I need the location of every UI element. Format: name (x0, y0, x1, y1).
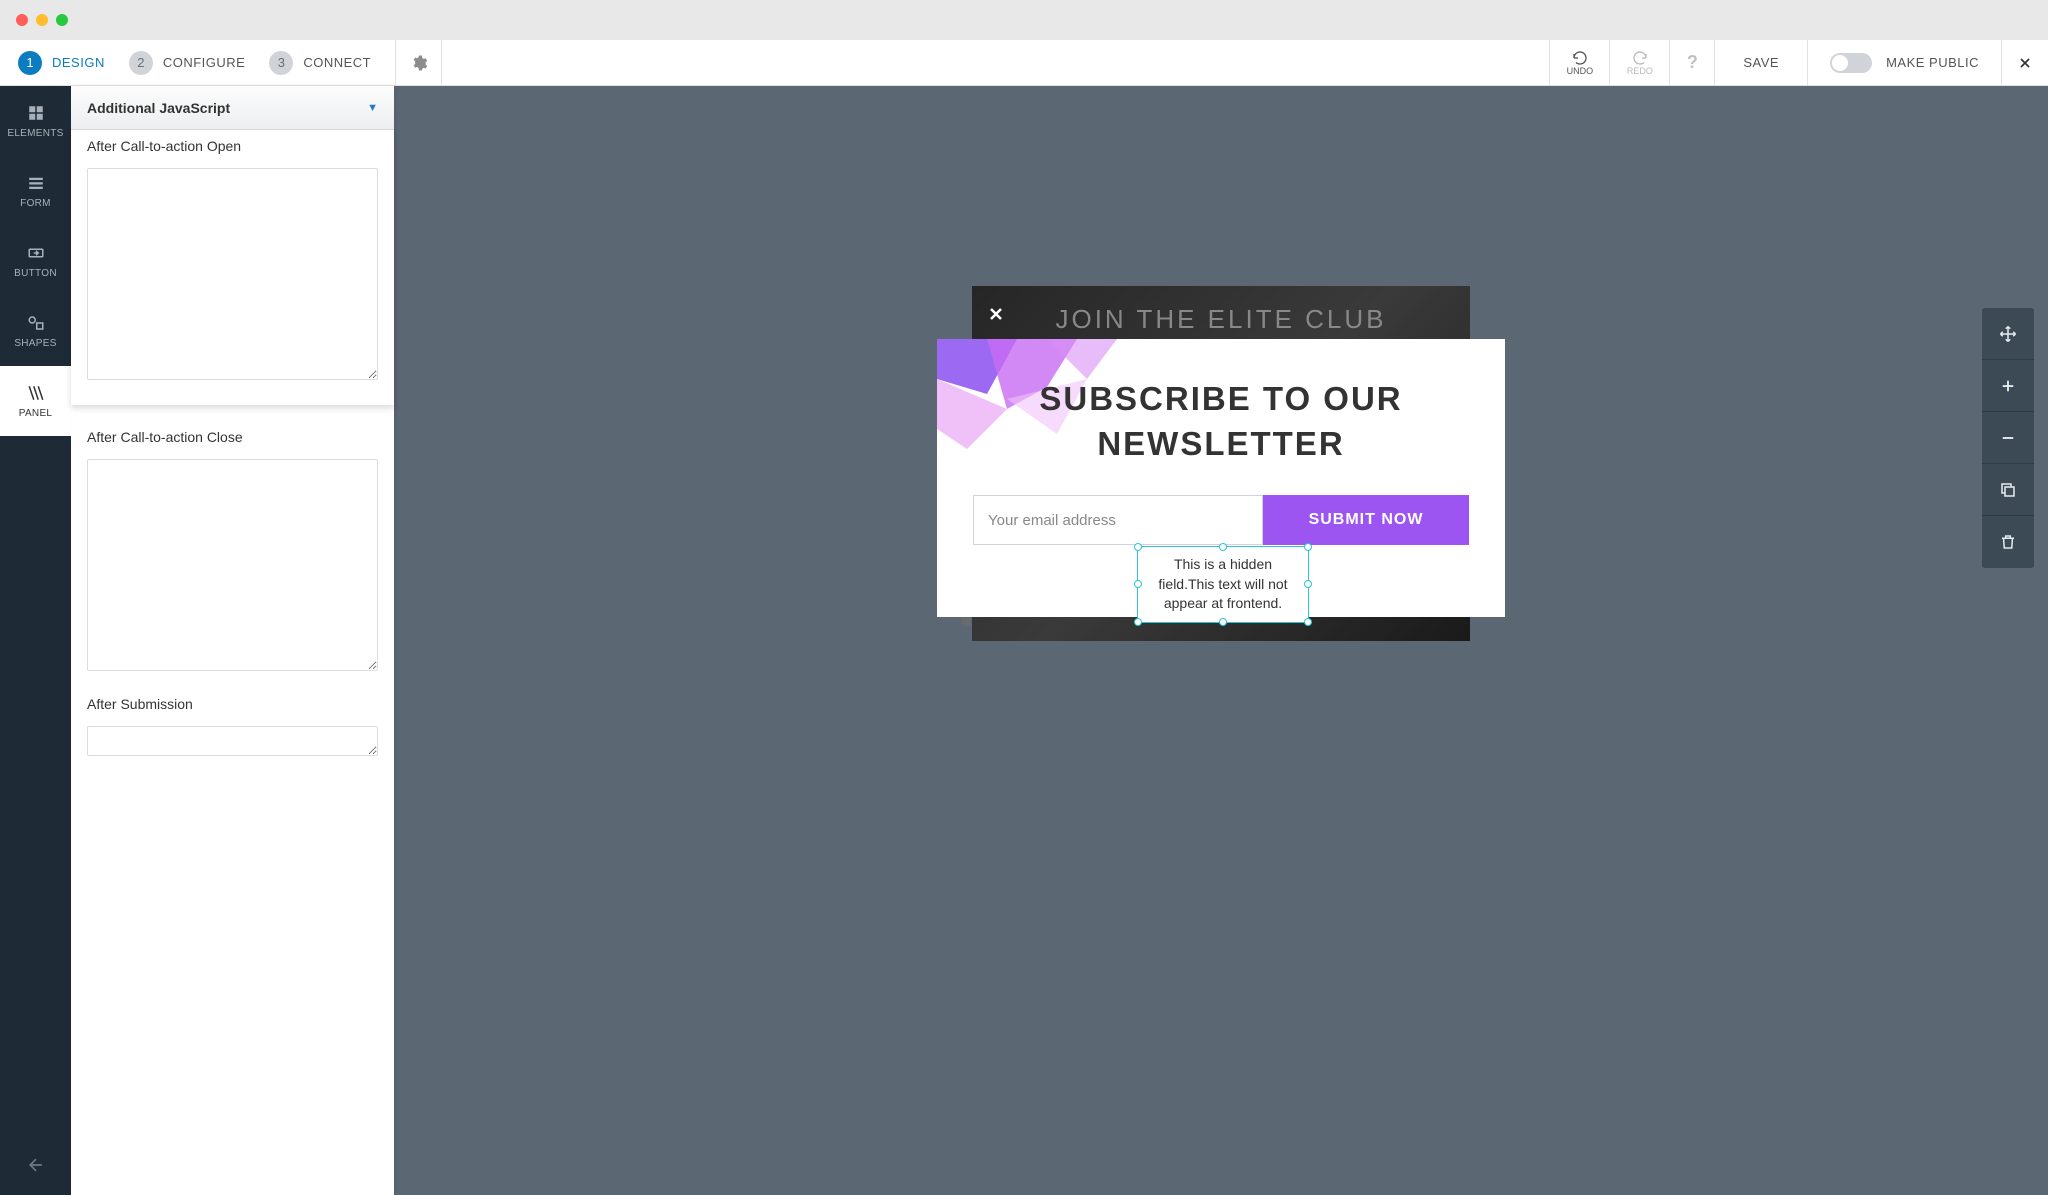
make-public-toggle[interactable] (1830, 53, 1872, 73)
undo-label: UNDO (1567, 66, 1594, 76)
nav-back-button[interactable] (0, 1135, 71, 1195)
window-titlebar (0, 0, 2048, 40)
help-button[interactable]: ? (1669, 40, 1715, 86)
nav-label: FORM (20, 198, 51, 209)
panel-header-label: Additional JavaScript (87, 100, 230, 116)
close-icon (986, 304, 1006, 324)
nav-label: ELEMENTS (7, 128, 63, 139)
redo-button[interactable]: REDO (1609, 40, 1669, 86)
front-panel-title: SUBSCRIBE TO OUR NEWSLETTER (937, 377, 1505, 466)
panel-icon (27, 384, 45, 402)
redo-icon (1632, 50, 1648, 66)
design-canvas[interactable]: JOIN THE ELITE CLUB SUBSCRIBE TO OUR NEW… (394, 86, 2048, 1195)
after-close-textarea[interactable] (87, 459, 378, 671)
nav-elements[interactable]: ELEMENTS (0, 86, 71, 156)
shapes-icon (27, 314, 45, 332)
redo-label: REDO (1627, 66, 1653, 76)
wizard-steps: 1 DESIGN 2 CONFIGURE 3 CONNECT (0, 51, 371, 75)
step-number: 3 (269, 51, 293, 75)
after-close-label: After Call-to-action Close (87, 429, 378, 445)
step-number: 2 (129, 51, 153, 75)
plus-icon (1999, 377, 2017, 395)
delete-tool[interactable] (1982, 516, 2034, 568)
nav-button[interactable]: BUTTON (0, 226, 71, 296)
close-button[interactable] (2002, 40, 2048, 86)
nav-label: BUTTON (14, 268, 57, 279)
submit-button[interactable]: SUBMIT NOW (1263, 495, 1469, 545)
gear-icon (410, 54, 428, 72)
save-button[interactable]: SAVE (1715, 40, 1808, 86)
undo-icon (1572, 50, 1588, 66)
nav-shapes[interactable]: SHAPES (0, 296, 71, 366)
minus-icon (1999, 429, 2017, 447)
step-label: CONNECT (303, 55, 371, 70)
top-toolbar: 1 DESIGN 2 CONFIGURE 3 CONNECT UNDO REDO… (0, 40, 2048, 86)
resize-handle[interactable] (1134, 618, 1142, 626)
undo-button[interactable]: UNDO (1549, 40, 1609, 86)
after-submission-label: After Submission (87, 696, 378, 712)
nav-label: PANEL (19, 408, 53, 419)
window-close-dot[interactable] (16, 14, 28, 26)
resize-handle[interactable] (1219, 618, 1227, 626)
email-input[interactable]: Your email address (973, 495, 1263, 545)
copy-tool[interactable] (1982, 464, 2034, 516)
arrow-left-icon (26, 1155, 46, 1175)
nav-label: SHAPES (14, 338, 56, 349)
publish-area: MAKE PUBLIC (1808, 40, 2002, 86)
zoom-out-tool[interactable] (1982, 412, 2034, 464)
step-number: 1 (18, 51, 42, 75)
after-submission-textarea[interactable] (87, 726, 378, 756)
close-icon (2017, 55, 2033, 71)
step-configure[interactable]: 2 CONFIGURE (129, 51, 246, 75)
zoom-in-tool[interactable] (1982, 360, 2034, 412)
step-label: CONFIGURE (163, 55, 246, 70)
hidden-field-text: This is a hidden field.This text will no… (1158, 556, 1287, 611)
nav-form[interactable]: FORM (0, 156, 71, 226)
canvas-tools (1982, 308, 2034, 568)
window-minimize-dot[interactable] (36, 14, 48, 26)
resize-handle[interactable] (1134, 580, 1142, 588)
step-design[interactable]: 1 DESIGN (18, 51, 105, 75)
settings-button[interactable] (396, 40, 442, 86)
trash-icon (1999, 533, 2017, 551)
window-zoom-dot[interactable] (56, 14, 68, 26)
left-nav: ELEMENTS FORM BUTTON SHAPES PANEL (0, 86, 71, 1195)
back-panel-close[interactable] (986, 304, 1006, 330)
grid-icon (27, 104, 45, 122)
back-panel-title: JOIN THE ELITE CLUB (972, 304, 1470, 335)
move-tool[interactable] (1982, 308, 2034, 360)
nav-panel[interactable]: PANEL (0, 366, 71, 436)
step-label: DESIGN (52, 55, 105, 70)
chevron-down-icon: ▼ (367, 102, 378, 114)
resize-handle[interactable] (1134, 543, 1142, 551)
form-icon (27, 174, 45, 192)
selected-hidden-field[interactable]: This is a hidden field.This text will no… (1137, 546, 1309, 623)
step-connect[interactable]: 3 CONNECT (269, 51, 371, 75)
copy-icon (1999, 481, 2017, 499)
make-public-label: MAKE PUBLIC (1886, 55, 1979, 70)
resize-handle[interactable] (1304, 543, 1312, 551)
resize-handle[interactable] (1219, 543, 1227, 551)
after-open-textarea[interactable] (87, 168, 378, 380)
button-icon (27, 244, 45, 262)
side-panel: Additional JavaScript ▼ After Call-to-ac… (71, 86, 394, 1195)
after-open-label: After Call-to-action Open (87, 138, 378, 154)
resize-handle[interactable] (1304, 618, 1312, 626)
move-icon (1999, 325, 2017, 343)
panel-section-header[interactable]: Additional JavaScript ▼ (71, 86, 394, 130)
